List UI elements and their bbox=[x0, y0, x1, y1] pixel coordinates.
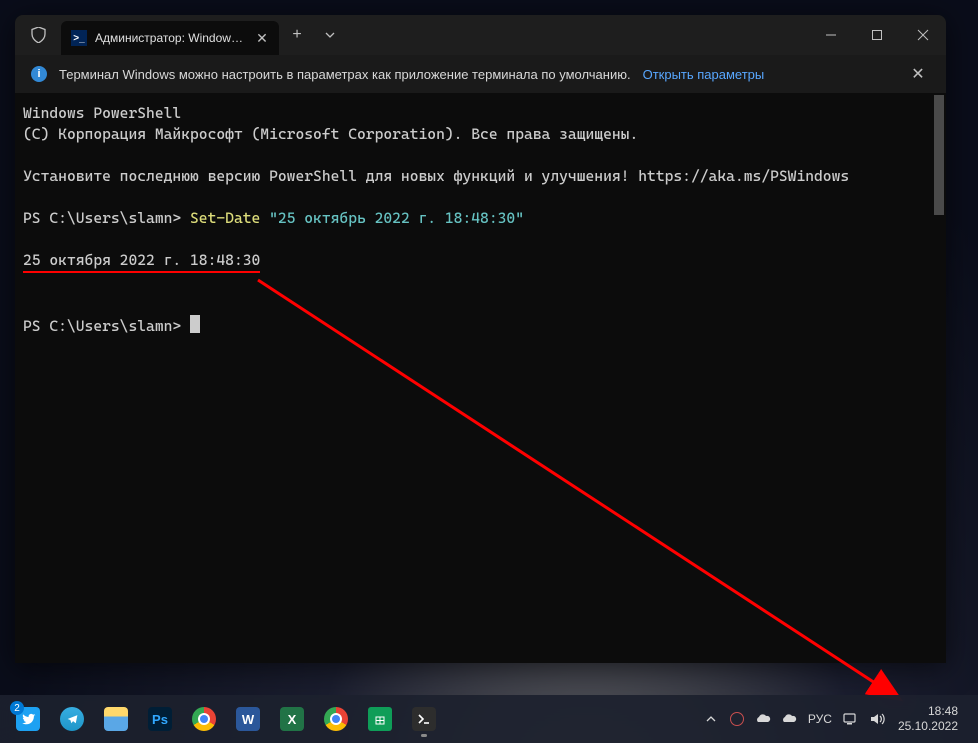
tray-date: 25.10.2022 bbox=[898, 719, 958, 734]
term-prompt: PS C:\Users\slamn> bbox=[23, 317, 200, 335]
powershell-icon: >_ bbox=[71, 30, 87, 46]
term-line: Windows PowerShell bbox=[23, 104, 181, 122]
scrollbar-thumb[interactable] bbox=[934, 95, 944, 215]
scrollbar[interactable] bbox=[932, 93, 946, 663]
taskbar-photoshop[interactable]: Ps bbox=[140, 699, 180, 739]
maximize-button[interactable] bbox=[854, 15, 900, 55]
system-tray: РУС 18:48 25.10.2022 bbox=[700, 699, 972, 739]
tray-clock[interactable]: 18:48 25.10.2022 bbox=[892, 704, 964, 734]
terminal-window: >_ Администратор: Windows Po ✕ + i Терми… bbox=[15, 15, 946, 663]
term-output-highlighted: 25 октября 2022 г. 18:48:30 bbox=[23, 250, 260, 273]
term-line: (C) Корпорация Майкрософт (Microsoft Cor… bbox=[23, 125, 638, 143]
taskbar-word[interactable]: W bbox=[228, 699, 268, 739]
tray-time: 18:48 bbox=[898, 704, 958, 719]
minimize-button[interactable] bbox=[808, 15, 854, 55]
tray-volume-icon[interactable] bbox=[866, 699, 888, 739]
titlebar[interactable]: >_ Администратор: Windows Po ✕ + bbox=[15, 15, 946, 55]
taskbar-chrome[interactable] bbox=[316, 699, 356, 739]
taskbar-terminal[interactable] bbox=[404, 699, 444, 739]
term-arg: "25 октябрь 2022 г. 18:48:30" bbox=[260, 209, 524, 227]
terminal-output[interactable]: Windows PowerShell (C) Корпорация Майкро… bbox=[15, 93, 932, 663]
info-bar: i Терминал Windows можно настроить в пар… bbox=[15, 55, 946, 93]
tray-network-icon[interactable] bbox=[840, 699, 862, 739]
term-line: Установите последнюю версию PowerShell д… bbox=[23, 167, 849, 185]
taskbar-twitter[interactable]: 2 bbox=[8, 699, 48, 739]
info-icon: i bbox=[31, 66, 47, 82]
tab-menu-button[interactable] bbox=[315, 15, 345, 55]
tray-overflow-icon[interactable] bbox=[700, 699, 722, 739]
taskbar-telegram[interactable] bbox=[52, 699, 92, 739]
term-command: Set-Date bbox=[190, 209, 260, 227]
taskbar-excel[interactable]: X bbox=[272, 699, 312, 739]
tray-onedrive-icon[interactable] bbox=[752, 699, 774, 739]
taskbar[interactable]: 2 Ps W X РУС 18:48 25.10.2022 bbox=[0, 695, 978, 743]
tray-cloud-icon[interactable] bbox=[778, 699, 800, 739]
new-tab-button[interactable]: + bbox=[279, 15, 315, 55]
taskbar-chrome-alt[interactable] bbox=[184, 699, 224, 739]
twitter-badge: 2 bbox=[10, 701, 24, 715]
term-prompt: PS C:\Users\slamn> bbox=[23, 209, 190, 227]
open-settings-link[interactable]: Открыть параметры bbox=[643, 67, 765, 82]
info-close-button[interactable]: ✕ bbox=[906, 62, 930, 86]
info-message: Терминал Windows можно настроить в парам… bbox=[59, 67, 631, 82]
tab-title: Администратор: Windows Po bbox=[95, 31, 245, 45]
tray-app-icon[interactable] bbox=[726, 699, 748, 739]
tray-language[interactable]: РУС bbox=[804, 699, 836, 739]
close-window-button[interactable] bbox=[900, 15, 946, 55]
tab-powershell[interactable]: >_ Администратор: Windows Po ✕ bbox=[61, 21, 279, 55]
tab-close-button[interactable]: ✕ bbox=[253, 29, 271, 47]
taskbar-explorer[interactable] bbox=[96, 699, 136, 739]
taskbar-sheets[interactable] bbox=[360, 699, 400, 739]
shield-icon bbox=[15, 15, 61, 55]
terminal-body[interactable]: Windows PowerShell (C) Корпорация Майкро… bbox=[15, 93, 946, 663]
